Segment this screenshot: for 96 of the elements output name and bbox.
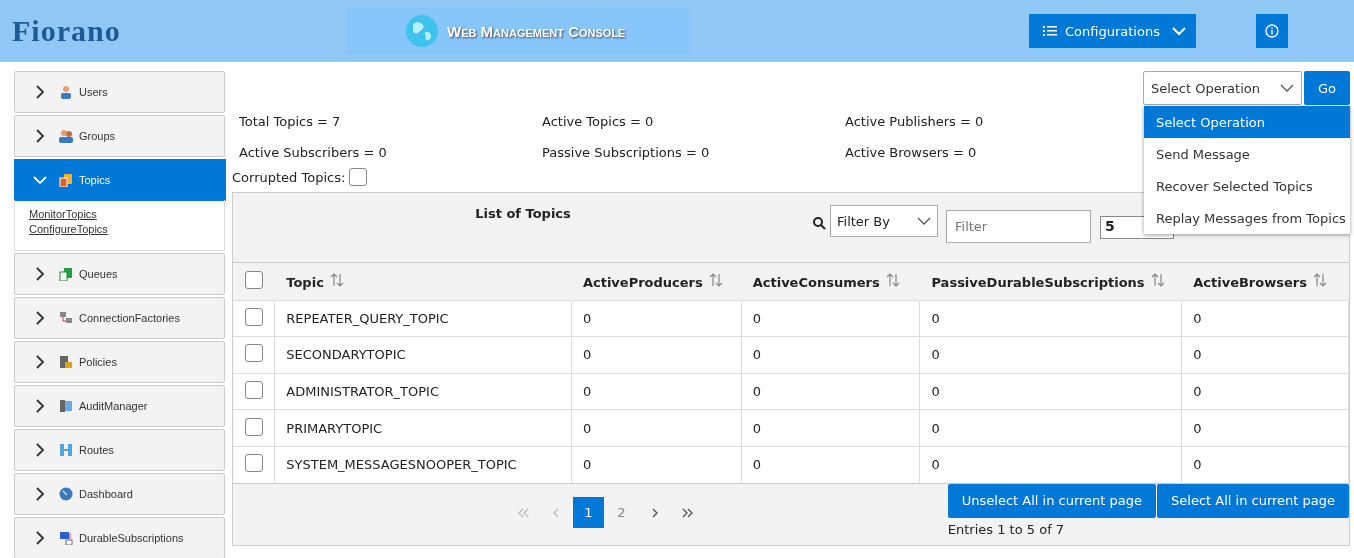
globe-icon xyxy=(405,14,439,48)
sort-icon xyxy=(1312,272,1327,287)
sidebar-link[interactable]: ConfigureTopics xyxy=(29,223,108,235)
chevron-right-icon xyxy=(33,399,47,413)
column-header[interactable]: PassiveDurableSubscriptions xyxy=(919,263,1182,300)
chevron-right-icon xyxy=(33,443,47,457)
filter-field[interactable]: Filter xyxy=(946,210,1091,243)
table-cell: 0 xyxy=(741,373,920,410)
sidebar-item[interactable]: Dashboard xyxy=(14,473,225,515)
chevron-right-icon xyxy=(33,311,47,325)
table-cell: 0 xyxy=(919,300,1182,337)
sidebar-link[interactable]: MonitorTopics xyxy=(29,208,97,220)
first-page-icon xyxy=(516,506,529,519)
sort-icon xyxy=(708,272,723,287)
table-cell: 0 xyxy=(571,336,742,374)
checkbox[interactable] xyxy=(349,168,368,186)
select-button[interactable]: Unselect All in current page xyxy=(947,483,1157,518)
table-cell: REPEATER_QUERY_TOPIC xyxy=(274,300,572,337)
table-cell: 0 xyxy=(919,446,1182,483)
go-button[interactable]: Go xyxy=(1304,71,1350,105)
table-cell: 0 xyxy=(741,409,920,447)
caret-icon xyxy=(917,216,931,226)
chevron-right-icon xyxy=(33,267,47,281)
table-cell: SECONDARYTOPIC xyxy=(274,336,572,374)
table-cell: 0 xyxy=(1181,409,1349,447)
logo: Fiorano xyxy=(12,14,122,48)
sidebar-item[interactable]: DurableSubscriptions xyxy=(14,517,225,558)
entries-text: Entries 1 to 5 of 7 xyxy=(947,520,1066,537)
sidebar-item[interactable]: ConnectionFactories xyxy=(14,297,225,339)
table-cell: 0 xyxy=(919,409,1182,447)
column-header[interactable]: Topic xyxy=(274,263,572,300)
table-cell: 0 xyxy=(1181,300,1349,337)
sort-icon xyxy=(329,272,344,287)
last-page-icon xyxy=(681,506,694,519)
chevron-right-icon xyxy=(33,487,47,501)
table-cell: 0 xyxy=(1181,336,1349,374)
table-cell: SYSTEM_MESSAGESNOOPER_TOPIC xyxy=(274,446,572,483)
table-cell: 0 xyxy=(741,446,920,483)
stat-text: Total Topics = 7 xyxy=(239,114,342,129)
banner-title: Web Management Console xyxy=(447,22,626,40)
sidebar-item[interactable]: AuditManager xyxy=(14,385,225,427)
table-cell: 0 xyxy=(919,336,1182,374)
table-title: List of Topics xyxy=(474,205,572,221)
chevron-right-icon xyxy=(33,85,47,99)
menu-option[interactable]: Send Message xyxy=(1144,138,1350,170)
checkbox[interactable] xyxy=(244,344,263,363)
sidebar-item[interactable]: Topics xyxy=(14,159,226,201)
sidebar-item[interactable]: Users xyxy=(14,71,225,113)
search-icon xyxy=(813,217,826,230)
table-cell: 0 xyxy=(919,373,1182,410)
info-icon xyxy=(1265,24,1279,38)
table-cell: 0 xyxy=(571,446,742,483)
sidebar-item[interactable]: Routes xyxy=(14,429,225,471)
chevron-right-icon xyxy=(33,355,47,369)
table-cell: 0 xyxy=(571,409,742,447)
column-header[interactable]: ActiveBrowsers xyxy=(1181,263,1349,300)
sidebar-item[interactable]: Groups xyxy=(14,115,225,157)
table-cell: ADMINISTRATOR_TOPIC xyxy=(274,373,572,410)
checkbox[interactable] xyxy=(244,307,263,326)
table-cell: 0 xyxy=(1181,373,1349,410)
stat-text: Active Subscribers = 0 xyxy=(239,145,388,160)
table-cell: 0 xyxy=(571,373,742,410)
caret-icon xyxy=(1172,26,1186,36)
caret-icon xyxy=(1280,83,1294,93)
select-button[interactable]: Select All in current page xyxy=(1157,483,1349,518)
filter-by-select[interactable]: Filter By xyxy=(830,205,938,237)
info-button[interactable] xyxy=(1256,14,1288,48)
chevron-down-icon xyxy=(33,173,47,187)
chevron-right-icon xyxy=(33,129,47,143)
table-cell: 0 xyxy=(1181,446,1349,483)
column-header[interactable]: ActiveConsumers xyxy=(741,263,920,300)
sort-icon xyxy=(1150,272,1165,287)
table-cell: 0 xyxy=(571,300,742,337)
sidebar-item[interactable]: Queues xyxy=(14,253,225,295)
stat-text: Active Publishers = 0 xyxy=(845,114,985,129)
checkbox[interactable] xyxy=(244,270,263,289)
checkbox[interactable] xyxy=(244,454,263,473)
operation-select[interactable]: Select Operation xyxy=(1143,71,1302,105)
checkbox-label: Corrupted Topics: xyxy=(232,169,346,185)
checkbox[interactable] xyxy=(244,381,263,399)
menu-option[interactable]: Select Operation xyxy=(1144,106,1350,138)
stat-text: Passive Subscriptions = 0 xyxy=(542,145,711,160)
sort-icon xyxy=(885,272,900,287)
table-cell: 0 xyxy=(741,300,920,337)
stat-text: Active Browsers = 0 xyxy=(845,145,978,160)
menu-option[interactable]: Recover Selected Topics xyxy=(1144,170,1350,202)
checkbox[interactable] xyxy=(244,417,263,436)
stat-text: Active Topics = 0 xyxy=(542,114,655,129)
table-cell: 0 xyxy=(741,336,920,374)
sidebar-item[interactable]: Policies xyxy=(14,341,225,383)
column-header[interactable]: ActiveProducers xyxy=(571,263,742,300)
table-cell: PRIMARYTOPIC xyxy=(274,409,572,447)
chevron-right-icon xyxy=(33,531,47,545)
page-button[interactable]: 1 xyxy=(573,497,604,529)
configurations-button[interactable]: Configurations xyxy=(1029,14,1196,48)
list-icon xyxy=(1043,25,1057,37)
